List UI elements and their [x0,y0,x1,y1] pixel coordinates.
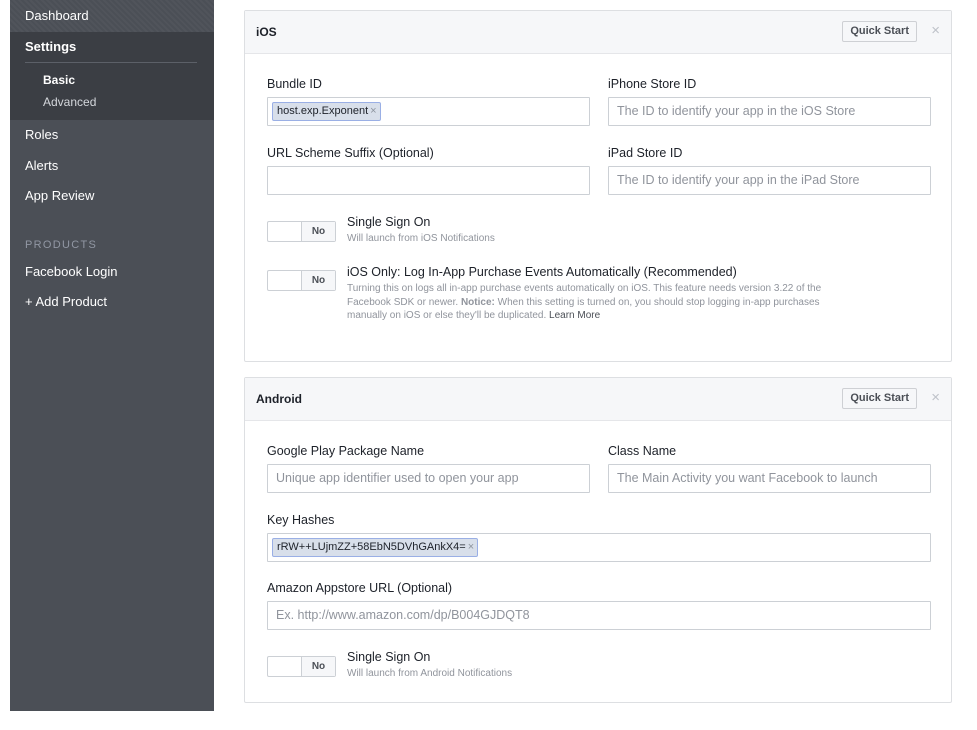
url-scheme-suffix-label: URL Scheme Suffix (Optional) [267,146,434,160]
sidebar-divider [25,62,197,63]
android-sso-title: Single Sign On [347,650,431,664]
android-sso-description: Will launch from Android Notifications [347,668,513,679]
sidebar-item-facebook-login[interactable]: Facebook Login [10,257,214,288]
android-sso-toggle-knob: No [301,657,335,676]
ios-iap-desc-3: manually on iOS or else they'll be dupli… [347,310,550,321]
class-name-input[interactable]: The Main Activity you want Facebook to l… [608,464,931,493]
ipad-store-id-input[interactable]: The ID to identify your app in the iPad … [608,166,931,195]
amazon-url-label: Amazon Appstore URL (Optional) [267,581,453,595]
sidebar-nav-list: Roles Alerts App Review PRODUCTS Faceboo… [10,120,214,318]
ios-sso-description: Will launch from iOS Notifications [347,233,495,244]
ios-iap-desc-2a: Facebook SDK or newer. [347,296,461,308]
android-panel-title: Android [256,392,302,406]
ios-sso-toggle[interactable]: No [267,221,336,242]
sidebar-item-advanced[interactable]: Advanced [10,91,214,113]
sidebar: Dashboard Settings Basic Advanced Roles … [10,0,214,711]
ios-sso-toggle-knob: No [301,222,335,241]
android-panel: Android Quick Start × Google Play Packag… [244,377,952,703]
sidebar-item-alerts[interactable]: Alerts [10,151,214,182]
ios-iap-desc-line-2: Facebook SDK or newer. Notice: When this… [347,296,907,310]
sidebar-item-roles[interactable]: Roles [10,120,214,151]
android-close-icon[interactable]: × [931,390,940,405]
ios-iap-desc-line-1: Turning this on logs all in-app purchase… [347,283,822,294]
sidebar-item-app-review[interactable]: App Review [10,181,214,212]
ios-iap-title: iOS Only: Log In-App Purchase Events Aut… [347,265,737,279]
token-remove-icon[interactable]: × [370,105,376,117]
sidebar-item-settings[interactable]: Settings [10,32,214,62]
ios-panel-title: iOS [256,25,277,39]
bundle-id-input[interactable]: host.exp.Exponent × [267,97,590,126]
url-scheme-suffix-input[interactable] [267,166,590,195]
ios-sso-title: Single Sign On [347,215,431,229]
ios-iap-notice: Notice: [460,296,495,308]
bundle-id-token: host.exp.Exponent × [272,102,381,121]
iphone-store-id-input[interactable]: The ID to identify your app in the iOS S… [608,97,931,126]
package-name-input[interactable]: Unique app identifier used to open your … [267,464,590,493]
ios-quick-start-button[interactable]: Quick Start [842,21,917,42]
android-quick-start-button[interactable]: Quick Start [842,388,917,409]
ios-iap-toggle-knob: No [301,271,335,290]
ios-iap-desc-line-3: manually on iOS or else they'll be dupli… [347,309,907,323]
sidebar-item-add-product[interactable]: + Add Product [10,287,214,318]
ios-iap-description: Turning this on logs all in-app purchase… [347,282,907,323]
ios-iap-desc-2b: When this setting is turned on, you shou… [494,296,820,308]
sidebar-item-dashboard[interactable]: Dashboard [10,0,214,32]
bundle-id-label: Bundle ID [267,77,322,91]
ipad-store-id-label: iPad Store ID [608,146,683,160]
amazon-url-input[interactable]: Ex. http://www.amazon.com/dp/B004GJDQT8 [267,601,931,630]
key-hashes-label: Key Hashes [267,513,335,527]
ios-iap-toggle[interactable]: No [267,270,336,291]
ios-panel: iOS Quick Start × Bundle ID host.exp.Exp… [244,10,952,362]
android-panel-header: Android Quick Start × [245,378,951,421]
bundle-id-token-text: host.exp.Exponent [277,105,369,117]
learn-more-link[interactable]: Learn More [549,310,600,321]
ios-close-icon[interactable]: × [931,23,940,38]
token-remove-icon[interactable]: × [468,541,474,553]
sidebar-settings-group: Settings Basic Advanced [10,32,214,120]
key-hash-token-text: rRW++LUjmZZ+58EbN5DVhGAnkX4= [277,541,466,553]
package-name-label: Google Play Package Name [267,444,425,458]
ios-panel-header: iOS Quick Start × [245,11,951,54]
sidebar-item-basic[interactable]: Basic [10,69,214,91]
sidebar-section-products: PRODUCTS [25,238,98,251]
iphone-store-id-label: iPhone Store ID [608,77,697,91]
class-name-label: Class Name [608,444,677,458]
key-hashes-input[interactable]: rRW++LUjmZZ+58EbN5DVhGAnkX4= × [267,533,931,562]
key-hash-token: rRW++LUjmZZ+58EbN5DVhGAnkX4= × [272,538,479,557]
android-sso-toggle[interactable]: No [267,656,336,677]
